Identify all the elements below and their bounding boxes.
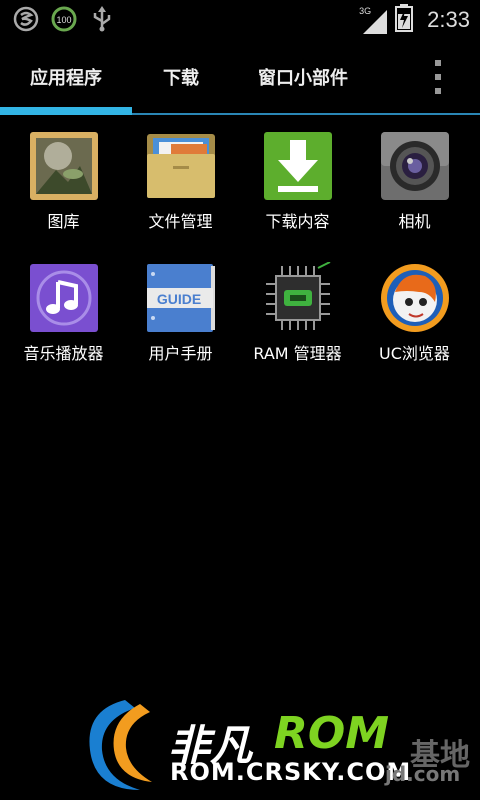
camera-icon bbox=[379, 130, 451, 202]
app-file-manager[interactable]: 文件管理 bbox=[122, 120, 239, 240]
system-indicators: 3G 2:33 bbox=[359, 4, 470, 36]
overflow-menu-icon[interactable] bbox=[432, 60, 444, 94]
app-label: 相机 bbox=[398, 212, 431, 231]
app-label: 文件管理 bbox=[148, 212, 213, 231]
signal-icon: 3G bbox=[359, 6, 388, 34]
guide-label: GUIDE bbox=[157, 291, 201, 307]
battery-charging-icon bbox=[395, 4, 414, 36]
watermark-url: ROM.CRSKY.COM bbox=[170, 758, 412, 786]
app-label: RAM 管理器 bbox=[253, 344, 342, 363]
app-ram-manager[interactable]: RAM 管理器 bbox=[239, 252, 356, 372]
app-label: UC浏览器 bbox=[379, 344, 450, 363]
app-camera[interactable]: 相机 bbox=[356, 120, 473, 240]
usb-icon bbox=[88, 5, 116, 33]
ram-chip-icon bbox=[262, 261, 334, 334]
active-tab-indicator bbox=[0, 107, 132, 115]
tab-apps[interactable]: 应用程序 bbox=[30, 64, 102, 90]
tab-download[interactable]: 下载 bbox=[163, 64, 199, 90]
tab-widgets[interactable]: 窗口小部件 bbox=[258, 64, 348, 90]
app-label: 用户手册 bbox=[148, 344, 213, 363]
guide-book-icon: GUIDE bbox=[145, 262, 217, 334]
app-gallery[interactable]: 图库 bbox=[5, 120, 122, 240]
battery-saver-value: 100 bbox=[56, 15, 71, 25]
watermark-url-tail: jd.com bbox=[385, 762, 461, 786]
download-icon bbox=[262, 130, 334, 202]
watermark-rom: ROM bbox=[274, 708, 390, 759]
app-downloads[interactable]: 下载内容 bbox=[239, 120, 356, 240]
music-icon bbox=[28, 262, 100, 334]
app-label: 图库 bbox=[47, 212, 80, 231]
app-drawer-tabs: 应用程序 下载 窗口小部件 bbox=[0, 40, 480, 116]
battery-saver-100-icon: 100 bbox=[50, 5, 78, 33]
app-label: 音乐播放器 bbox=[23, 344, 104, 363]
app-user-guide[interactable]: GUIDE 用户手册 bbox=[122, 252, 239, 372]
app-music-player[interactable]: 音乐播放器 bbox=[5, 252, 122, 372]
gallery-icon bbox=[28, 130, 100, 202]
clock: 2:33 bbox=[427, 7, 470, 32]
watermark: 非凡 ROM 基地 ROM.CRSKY.COM jd.com bbox=[80, 690, 480, 800]
folder-icon bbox=[145, 130, 217, 202]
360-security-icon bbox=[12, 5, 40, 33]
notification-icons: 100 bbox=[12, 5, 116, 33]
uc-squirrel-icon bbox=[379, 262, 451, 334]
app-uc-browser[interactable]: UC浏览器 bbox=[356, 252, 473, 372]
app-label: 下载内容 bbox=[265, 212, 330, 231]
watermark-logo-icon bbox=[89, 700, 152, 790]
status-bar: 100 3G 2:33 bbox=[0, 0, 480, 38]
